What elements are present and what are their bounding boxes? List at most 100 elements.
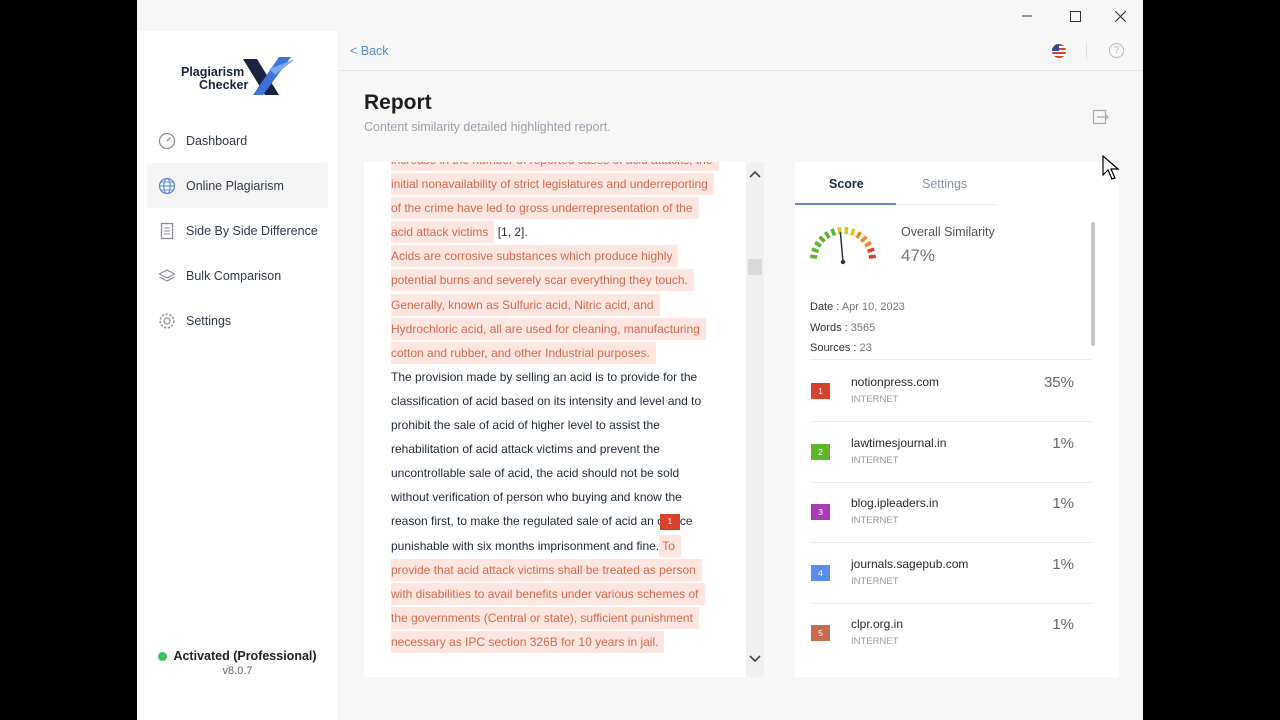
source-item[interactable]: 2 lawtimesjournal.in INTERNET 1% xyxy=(810,422,1092,482)
source-item[interactable]: 4 journals.sagepub.com INTERNET 1% xyxy=(810,543,1092,603)
main-content: < Back ? Report Content similarity detai… xyxy=(338,31,1143,720)
report-text-line: acid attack victims [1, 2]. xyxy=(391,220,721,244)
source-percent: 1% xyxy=(1052,616,1074,633)
source-percent: 1% xyxy=(1052,555,1074,573)
sources-label: Sources : xyxy=(810,342,857,354)
license-status-text: Activated (Professional) xyxy=(173,649,317,663)
report-text-line: Acids are corrosive substances which pro… xyxy=(391,244,721,268)
highlighted-text: increase in the number of reported cases… xyxy=(391,162,719,171)
gauge-segment xyxy=(814,240,822,248)
app-window: Plagiarism Checker Dashboard Online Plag… xyxy=(137,0,1143,720)
source-type: INTERNET xyxy=(851,636,899,647)
gauge-segment xyxy=(855,231,863,239)
source-name: lawtimesjournal.in xyxy=(851,435,947,450)
panel-scroll-thumb[interactable] xyxy=(1091,222,1095,346)
license-status: Activated (Professional) v8.0.7 xyxy=(137,649,338,677)
back-button[interactable]: < Back xyxy=(350,44,389,58)
source-name: notionpress.com xyxy=(851,375,940,389)
scroll-up-icon[interactable] xyxy=(749,168,761,182)
report-text-line: uncontrollable sale of acid, the acid sh… xyxy=(391,461,721,485)
report-text-line: punishable with six months imprisonment … xyxy=(391,534,721,558)
gauge-pivot xyxy=(840,259,846,265)
tab-settings[interactable]: Settings xyxy=(922,177,967,191)
gauge-segment xyxy=(868,254,876,259)
license-status-row: Activated (Professional) xyxy=(137,649,338,663)
sidebar-item-side-by-side[interactable]: Side By Side Difference xyxy=(147,208,328,253)
plain-text: uncontrollable sale of acid, the acid sh… xyxy=(391,466,680,481)
source-type: INTERNET xyxy=(851,515,899,526)
report-text-line: provide that acid attack victims shall b… xyxy=(391,558,721,582)
sidebar-item-online-plagiarism[interactable]: Online Plagiarism xyxy=(147,163,328,208)
mouse-cursor-icon xyxy=(1102,154,1120,186)
help-icon[interactable]: ? xyxy=(1109,43,1124,58)
page-subtitle: Content similarity detailed highlighted … xyxy=(364,120,611,134)
source-number-badge: 1 xyxy=(811,383,830,399)
highlighted-text: initial nonavailability of strict legisl… xyxy=(391,173,714,196)
text-scrollbar[interactable] xyxy=(746,162,764,677)
tab-score[interactable]: Score xyxy=(829,177,864,191)
source-percent: 1% xyxy=(1052,495,1074,512)
report-text-line: classification of acid based on its inte… xyxy=(391,389,721,413)
source-name: blog.ipleaders.in xyxy=(851,496,939,510)
sidebar-item-dashboard[interactable]: Dashboard xyxy=(147,118,328,163)
source-item[interactable]: 3 blog.ipleaders.in INTERNET 1% xyxy=(810,482,1092,542)
maximize-icon[interactable] xyxy=(1065,6,1085,26)
sources-value: 23 xyxy=(859,342,872,354)
top-bar: < Back ? xyxy=(338,31,1143,71)
similarity-gauge xyxy=(809,222,879,273)
toolbar-divider xyxy=(1086,43,1087,59)
sidebar-item-label: Dashboard xyxy=(186,133,248,148)
plain-text: punishable with six months imprisonment … xyxy=(391,538,660,553)
export-icon[interactable] xyxy=(1092,108,1110,131)
gauge-segment xyxy=(849,228,856,237)
source-type: INTERNET xyxy=(851,575,899,587)
source-item[interactable]: 5 clpr.org.in INTERNET 1% xyxy=(810,603,1092,663)
gauge-segment xyxy=(844,227,849,235)
report-text-line: reason first, to make the regulated sale… xyxy=(391,509,721,533)
match-source-badge[interactable]: 1 xyxy=(659,514,680,531)
report-text-pane[interactable]: increase in the number of reported cases… xyxy=(364,162,762,677)
highlighted-text: with disabilities to avail benefits unde… xyxy=(391,582,705,605)
scroll-thumb[interactable] xyxy=(748,259,762,275)
dashboard-icon xyxy=(157,131,177,151)
report-text-line: Generally, known as Sulfuric acid, Nitri… xyxy=(391,293,721,317)
plain-text: ce xyxy=(679,514,693,529)
gauge-segment xyxy=(810,254,818,259)
highlighted-text: the governments (Central or state), suff… xyxy=(391,606,699,629)
panel-tabs: Score Settings xyxy=(795,162,1119,205)
logo-x-icon xyxy=(243,57,295,95)
plain-text: classification of acid based on its inte… xyxy=(391,393,702,408)
close-icon[interactable] xyxy=(1110,6,1130,26)
us-flag-icon[interactable] xyxy=(1052,44,1066,58)
gauge-segment xyxy=(864,240,872,248)
source-divider xyxy=(810,359,1092,360)
report-text-line: with disabilities to avail benefits unde… xyxy=(391,582,721,606)
sidebar-item-bulk-comparison[interactable]: Bulk Comparison xyxy=(147,253,328,298)
app-version: v8.0.7 xyxy=(222,665,253,677)
sidebar-item-settings[interactable]: Settings xyxy=(147,298,328,343)
gauge-segment xyxy=(811,247,820,254)
source-type: INTERNET xyxy=(851,454,899,466)
minimize-icon[interactable] xyxy=(1017,6,1037,26)
plain-text: reason first, to make the regulated sale… xyxy=(391,514,664,529)
gauge-segment xyxy=(830,228,837,237)
highlighted-text: Hydrochloric acid, all are used for clea… xyxy=(391,317,706,340)
source-item[interactable]: 1 notionpress.com INTERNET 35% xyxy=(810,361,1092,421)
overall-similarity-value: 47% xyxy=(901,246,936,265)
title-bar xyxy=(137,0,1143,31)
report-text-line: the governments (Central or state), suff… xyxy=(391,606,721,630)
source-number-badge: 5 xyxy=(811,625,830,641)
plain-text: [1, 2]. xyxy=(494,225,528,240)
words-label: Words : xyxy=(810,322,848,334)
report-text-line: necessary as IPC section 326B for 10 yea… xyxy=(391,630,721,654)
plain-text: rehabilitation of acid attack victims an… xyxy=(391,442,660,457)
highlighted-text: necessary as IPC section 326B for 10 yea… xyxy=(391,630,665,653)
report-words: Words : 3565 xyxy=(810,322,875,334)
scroll-down-icon[interactable] xyxy=(749,653,761,667)
page-title: Report xyxy=(364,91,432,114)
date-value: Apr 10, 2023 xyxy=(841,301,905,313)
highlighted-text: potential burns and severely scar everyt… xyxy=(391,269,694,292)
gauge-needle xyxy=(839,232,844,263)
report-text-line: rehabilitation of acid attack victims an… xyxy=(391,437,721,461)
tab-baseline xyxy=(896,204,997,205)
